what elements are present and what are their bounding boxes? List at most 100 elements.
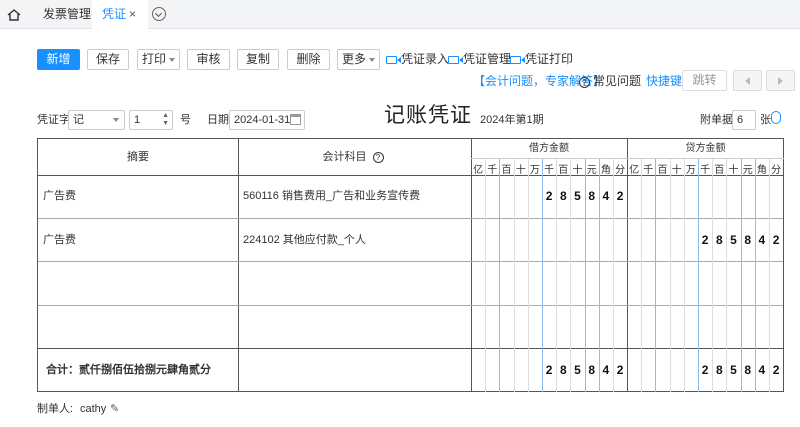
voucher-number-stepper[interactable]: 1 ▲ ▼ — [129, 110, 173, 130]
link-voucher-print-label: 凭证打印 — [525, 52, 574, 66]
row-1-summary[interactable]: 广告费 — [38, 189, 76, 203]
voucher-number-value: 1 — [134, 114, 141, 126]
total-debit-digit: 8 — [559, 363, 567, 377]
video-icon — [386, 55, 401, 64]
total-label: 合计：贰仟捌佰伍拾捌元肆角贰分 — [46, 364, 211, 376]
unit-label: 元 — [742, 165, 753, 176]
calendar-icon[interactable] — [290, 114, 301, 125]
unit-label: 角 — [756, 165, 767, 176]
voucher-word-label: 凭证字 — [37, 114, 70, 126]
tab-voucher[interactable]: 凭证 × — [92, 0, 148, 30]
total-credit-digit: 8 — [715, 363, 723, 377]
row-2-credit-digit: 2 — [772, 233, 780, 247]
row-1-debit-digit: 8 — [588, 189, 596, 203]
chevron-down-icon — [369, 57, 375, 62]
row-2-summary[interactable]: 广告费 — [38, 233, 76, 247]
chevron-down-icon — [169, 57, 175, 62]
shortcut-link[interactable]: 快捷键 — [646, 74, 682, 88]
row-2-credit-digit: 5 — [730, 233, 737, 247]
divider — [627, 139, 628, 391]
video-icon — [448, 55, 463, 64]
col-summary-header: 摘要 — [127, 151, 149, 163]
row-1-debit-digit: 8 — [559, 189, 567, 203]
digit-column-line — [726, 159, 728, 392]
unit-label: 千 — [487, 165, 498, 176]
maker-label: 制单人: — [37, 403, 74, 415]
attachment-label: 附单据 — [700, 114, 733, 126]
digit-column-line — [513, 159, 515, 392]
date-input[interactable]: 2024-01-31 — [229, 110, 305, 130]
total-debit-digit: 2 — [616, 363, 624, 377]
row-1-debit-digit: 2 — [545, 189, 553, 203]
tab-invoice-management[interactable]: 发票管理 — [43, 0, 91, 29]
unit-label: 百 — [657, 165, 668, 176]
divider — [238, 139, 239, 391]
attachment-suffix: 张 — [760, 114, 771, 126]
total-credit-digit: 8 — [744, 363, 752, 377]
link-voucher-entry[interactable]: 凭证录入 — [386, 51, 449, 67]
row-4-account[interactable] — [238, 320, 471, 334]
unit-label: 十 — [572, 165, 583, 176]
home-icon[interactable] — [6, 7, 22, 23]
debit-header: 借方金额 — [529, 143, 569, 154]
link-voucher-print[interactable]: 凭证打印 — [510, 51, 573, 67]
digit-column-line — [527, 159, 529, 392]
close-icon[interactable]: × — [129, 0, 136, 29]
edit-icon[interactable]: ✎ — [110, 404, 120, 415]
audit-button[interactable]: 审核 — [187, 49, 230, 70]
delete-button[interactable]: 删除 — [287, 49, 330, 70]
digit-column-line — [485, 159, 487, 392]
copy-button[interactable]: 复制 — [237, 49, 279, 70]
digit-column-line — [669, 159, 671, 392]
link-voucher-management-label: 凭证管理 — [463, 52, 512, 66]
unit-label: 千 — [700, 165, 711, 176]
row-1-debit-digit: 2 — [616, 189, 624, 203]
voucher-word-select[interactable]: 记 — [68, 110, 125, 130]
total-debit-digit: 4 — [602, 363, 610, 377]
jump-button[interactable]: 跳转 — [682, 70, 727, 91]
total-credit-digit: 2 — [772, 363, 780, 377]
paperclip-icon[interactable] — [771, 111, 781, 124]
unit-label: 亿 — [473, 165, 484, 176]
row-2-account[interactable]: 224102 其他应付款_个人 — [238, 233, 366, 247]
tab-more-icon[interactable] — [152, 7, 166, 21]
row-4-summary[interactable] — [38, 320, 238, 334]
total-credit-digit: 4 — [758, 363, 766, 377]
chevron-left-icon — [745, 77, 750, 85]
print-button[interactable]: 打印 — [137, 49, 180, 70]
unit-label: 十 — [671, 165, 682, 176]
print-label: 打印 — [141, 52, 166, 66]
row-1-debit-digit: 5 — [574, 189, 581, 203]
digit-column-line — [641, 159, 643, 392]
row-1-account[interactable]: 560116 销售费用_广告和业务宣传费 — [238, 189, 420, 203]
row-1-debit-digit: 4 — [602, 189, 610, 203]
faq-label: 常见问题 — [593, 74, 642, 88]
date-value: 2024-01-31 — [234, 114, 291, 126]
stepper-icon[interactable]: ▲ ▼ — [162, 112, 169, 128]
row-2-credit-digit: 8 — [744, 233, 752, 247]
tab-bar: 发票管理 凭证 × — [0, 0, 800, 30]
total-debit-digit: 8 — [588, 363, 596, 377]
attachment-count-input[interactable]: 6 — [732, 110, 756, 130]
new-button[interactable]: 新增 — [37, 49, 80, 70]
link-voucher-entry-label: 凭证录入 — [401, 52, 450, 66]
next-button[interactable] — [766, 70, 795, 91]
digit-column-line — [769, 159, 770, 392]
more-button[interactable]: 更多 — [337, 49, 380, 70]
date-label: 日期 — [207, 114, 229, 126]
tab-voucher-label: 凭证 — [102, 7, 127, 21]
save-button[interactable]: 保存 — [87, 49, 129, 70]
maker-name: cathy — [80, 403, 107, 415]
divider — [38, 218, 783, 219]
prev-button[interactable] — [733, 70, 762, 91]
question-icon[interactable]: ? — [372, 152, 384, 163]
unit-label: 十 — [728, 165, 739, 176]
digit-column-line — [683, 159, 685, 392]
row-3-summary[interactable] — [38, 276, 238, 290]
row-3-account[interactable] — [238, 276, 471, 290]
faq-link[interactable]: ? 常见问题 — [579, 74, 641, 88]
unit-label: 百 — [714, 165, 725, 176]
col-account-label: 会计科目 — [322, 151, 367, 163]
link-voucher-management[interactable]: 凭证管理 — [448, 51, 511, 67]
divider — [38, 261, 783, 262]
